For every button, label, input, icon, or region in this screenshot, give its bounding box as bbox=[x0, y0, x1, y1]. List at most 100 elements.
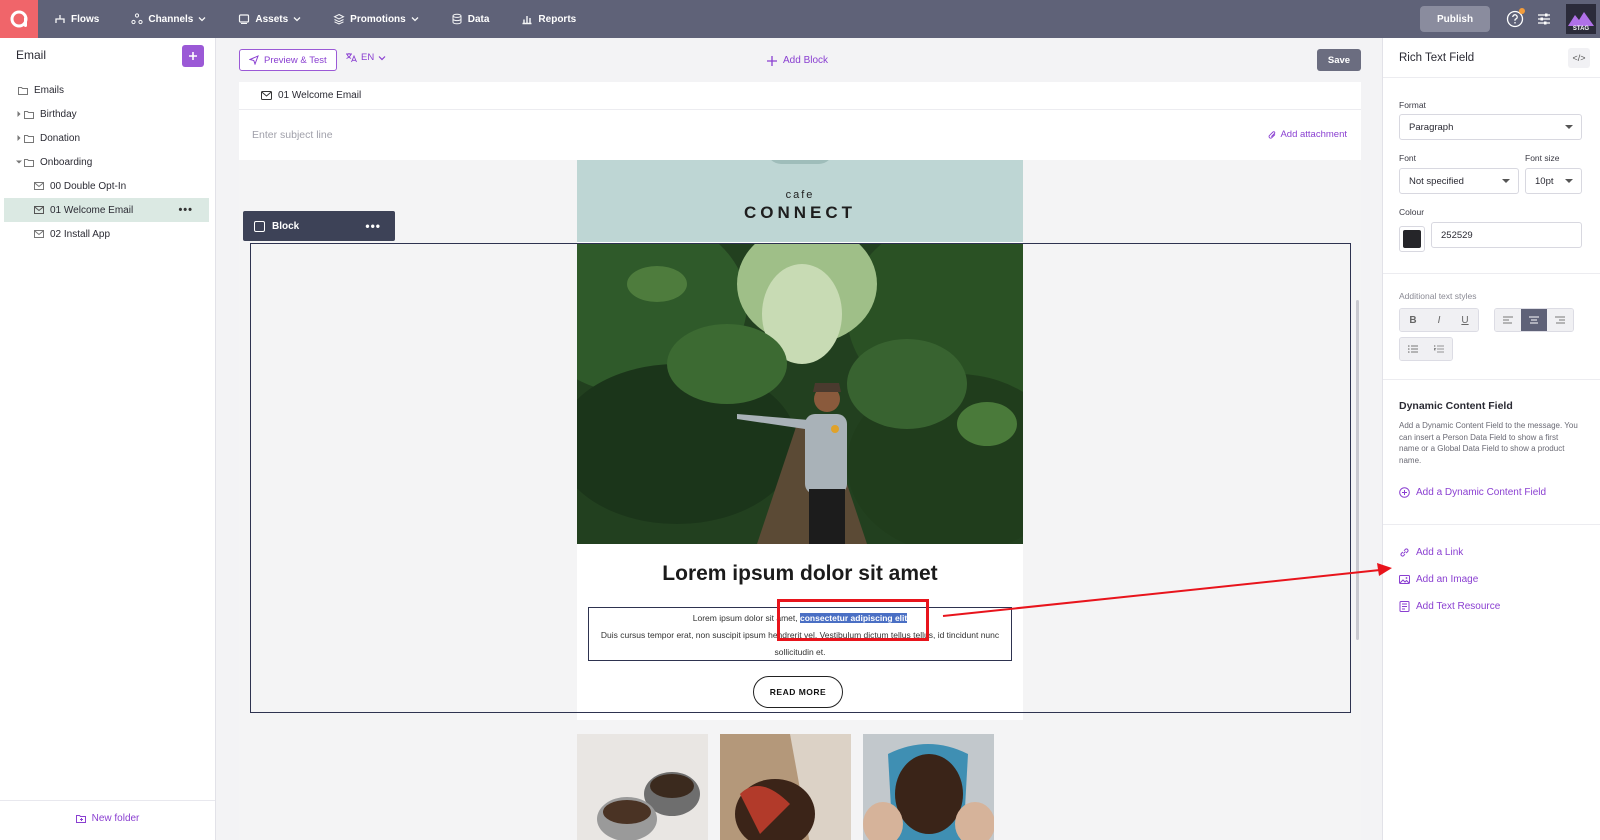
add-email-button[interactable] bbox=[182, 45, 204, 67]
add-block-label: Add Block bbox=[783, 55, 829, 66]
folder-tree: Emails Birthday Donation Onboarding 00 D… bbox=[0, 78, 215, 246]
mountain-logo-icon bbox=[1568, 12, 1594, 26]
app-logo[interactable] bbox=[0, 0, 38, 38]
font-size-select[interactable]: 10pt bbox=[1525, 168, 1582, 194]
tree-item-onboarding[interactable]: Onboarding bbox=[0, 150, 215, 174]
nav-promotions[interactable]: Promotions bbox=[333, 13, 419, 25]
format-select[interactable]: Paragraph bbox=[1399, 114, 1582, 140]
nav-flows[interactable]: Flows bbox=[54, 13, 99, 25]
additional-styles-label: Additional text styles bbox=[1399, 291, 1477, 301]
bulleted-list-button[interactable] bbox=[1400, 338, 1426, 360]
coffee-bag-photo[interactable] bbox=[863, 734, 994, 840]
nav-reports[interactable]: Reports bbox=[521, 13, 576, 25]
numbered-list-button[interactable] bbox=[1426, 338, 1452, 360]
account-avatar[interactable]: STAG bbox=[1566, 4, 1596, 34]
language-selector[interactable]: EN bbox=[345, 52, 386, 63]
folder-icon bbox=[18, 86, 28, 95]
colour-swatch-fill bbox=[1403, 230, 1421, 248]
bulleted-list-icon bbox=[1408, 345, 1418, 353]
add-attachment-button[interactable]: Add attachment bbox=[1268, 129, 1347, 140]
subject-line-input[interactable]: Enter subject line Add attachment bbox=[239, 110, 1361, 160]
italic-button[interactable]: I bbox=[1426, 309, 1452, 331]
coffee-beans-sack-photo[interactable] bbox=[720, 734, 851, 840]
caret-down-icon[interactable] bbox=[14, 159, 24, 165]
align-right-icon bbox=[1555, 316, 1565, 324]
add-link-label: Add a Link bbox=[1416, 547, 1464, 558]
add-dynamic-content-button[interactable]: Add a Dynamic Content Field bbox=[1399, 487, 1546, 498]
flows-icon bbox=[55, 15, 65, 23]
panel-header: Rich Text Field </> bbox=[1383, 38, 1600, 78]
brand-header[interactable]: cafe CONNECT bbox=[577, 160, 1023, 242]
add-image-button[interactable]: Add an Image bbox=[1399, 574, 1478, 585]
chevron-down-icon bbox=[198, 17, 206, 22]
bold-button[interactable]: B bbox=[1400, 309, 1426, 331]
tree-item-emails[interactable]: Emails bbox=[0, 78, 215, 102]
product-image bbox=[863, 734, 994, 840]
block-select-checkbox[interactable] bbox=[254, 220, 265, 232]
coffee-grinder-photo[interactable] bbox=[577, 734, 708, 840]
tree-item-label: 01 Welcome Email bbox=[50, 204, 134, 216]
dynamic-content-description: Add a Dynamic Content Field to the messa… bbox=[1399, 421, 1578, 465]
save-button[interactable]: Save bbox=[1317, 49, 1361, 71]
main-nav: Flows Channels Assets Promotions Data Re… bbox=[54, 13, 608, 25]
add-block-button[interactable]: Add Block bbox=[767, 55, 828, 66]
nav-channels[interactable]: Channels bbox=[131, 13, 206, 25]
hero-image[interactable] bbox=[577, 244, 1023, 544]
add-link-button[interactable]: Add a Link bbox=[1399, 547, 1463, 558]
product-image bbox=[720, 734, 851, 840]
tree-item-donation[interactable]: Donation bbox=[0, 126, 215, 150]
nav-assets-label: Assets bbox=[255, 13, 289, 25]
tree-item-birthday[interactable]: Birthday bbox=[0, 102, 215, 126]
format-label: Format bbox=[1399, 100, 1426, 110]
caret-right-icon[interactable] bbox=[14, 135, 24, 141]
paperclip-icon bbox=[1269, 130, 1276, 139]
caret-right-icon[interactable] bbox=[14, 111, 24, 117]
envelope-icon bbox=[34, 182, 44, 190]
text-style-group: B I U bbox=[1399, 308, 1479, 332]
folder-icon bbox=[24, 110, 34, 119]
align-left-button[interactable] bbox=[1495, 309, 1521, 331]
top-nav-bar: Flows Channels Assets Promotions Data Re… bbox=[0, 0, 1600, 38]
font-select[interactable]: Not specified bbox=[1399, 168, 1519, 194]
channels-icon bbox=[131, 13, 143, 25]
tree-item-install-app[interactable]: 02 Install App bbox=[0, 222, 215, 246]
new-folder-button[interactable]: New folder bbox=[0, 800, 215, 824]
colour-input[interactable]: 252529 bbox=[1431, 222, 1582, 248]
read-more-button[interactable]: READ MORE bbox=[753, 676, 843, 708]
more-options-icon[interactable]: ••• bbox=[178, 204, 193, 216]
tree-item-double-opt-in[interactable]: 00 Double Opt-In bbox=[0, 174, 215, 198]
add-dynamic-content-label: Add a Dynamic Content Field bbox=[1416, 487, 1547, 498]
tree-item-label: Donation bbox=[40, 132, 81, 144]
preview-test-label: Preview & Test bbox=[264, 54, 327, 66]
underline-button[interactable]: U bbox=[1452, 309, 1478, 331]
tree-item-label: Emails bbox=[34, 84, 65, 96]
tree-item-welcome-email[interactable]: 01 Welcome Email ••• bbox=[4, 198, 209, 222]
canvas-scrollbar[interactable] bbox=[1356, 300, 1359, 640]
block-toolbar[interactable]: Block ••• bbox=[243, 211, 395, 241]
font-size-label: Font size bbox=[1525, 153, 1560, 163]
settings-button[interactable] bbox=[1536, 11, 1552, 27]
panel-divider bbox=[1383, 273, 1600, 274]
block-more-icon[interactable]: ••• bbox=[365, 219, 381, 233]
align-center-button[interactable] bbox=[1521, 309, 1547, 331]
help-button[interactable] bbox=[1506, 8, 1525, 28]
colour-value: 252529 bbox=[1441, 229, 1473, 241]
sliders-icon bbox=[1538, 13, 1550, 25]
email-headline[interactable]: Lorem ipsum dolor sit amet bbox=[577, 562, 1023, 586]
tree-item-label: Birthday bbox=[40, 108, 77, 120]
align-right-button[interactable] bbox=[1547, 309, 1573, 331]
database-icon bbox=[452, 13, 462, 25]
nav-data[interactable]: Data bbox=[451, 13, 489, 25]
account-badge-label: STAG bbox=[1572, 26, 1590, 32]
add-text-resource-button[interactable]: Add Text Resource bbox=[1399, 601, 1500, 612]
nav-channels-label: Channels bbox=[148, 13, 194, 25]
sidebar-header: Email bbox=[0, 38, 215, 72]
preview-test-button[interactable]: Preview & Test bbox=[239, 49, 337, 71]
plus-icon bbox=[767, 55, 777, 66]
publish-button[interactable]: Publish bbox=[1420, 6, 1490, 32]
colour-swatch[interactable] bbox=[1399, 226, 1425, 252]
new-folder-label: New folder bbox=[91, 813, 140, 824]
nav-assets[interactable]: Assets bbox=[238, 13, 301, 25]
code-view-button[interactable]: </> bbox=[1568, 48, 1590, 68]
product-image bbox=[577, 734, 708, 840]
